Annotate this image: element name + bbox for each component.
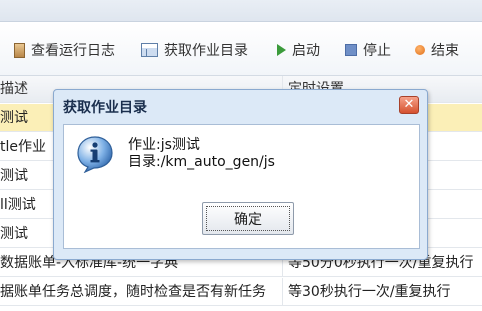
directory-icon <box>141 43 158 57</box>
log-icon <box>14 42 25 58</box>
job-directory-line: 目录:/km_auto_gen/js <box>128 154 275 170</box>
start-label: 启动 <box>292 43 320 59</box>
toolbar: 查看运行日志 获取作业目录 启动 停止 结束 <box>0 22 482 76</box>
info-icon <box>77 136 113 173</box>
view-log-label: 查看运行日志 <box>31 43 115 59</box>
job-name-line: 作业:js测试 <box>128 137 200 153</box>
row-description: 据账单任务总调度，随时检查是否有新任务 <box>0 284 266 300</box>
dialog-title: 获取作业目录 <box>63 100 147 116</box>
play-icon <box>277 44 286 56</box>
get-job-directory-label: 获取作业目录 <box>164 43 248 59</box>
dialog-message: 作业:js测试 目录:/km_auto_gen/js <box>128 137 275 171</box>
dialog-body: 作业:js测试 目录:/km_auto_gen/js 确定 <box>63 124 420 249</box>
stop-icon <box>345 44 357 56</box>
stop-label: 停止 <box>363 43 391 59</box>
start-button[interactable]: 启动 <box>277 40 320 60</box>
end-icon <box>415 45 425 55</box>
end-button[interactable]: 结束 <box>415 40 459 60</box>
close-icon[interactable]: ✕ <box>399 96 419 114</box>
job-directory-dialog: 获取作业目录 ✕ 作业:js测试 目录:/km_auto_gen/js 确定 <box>53 89 428 260</box>
end-label: 结束 <box>431 43 459 59</box>
stop-button[interactable]: 停止 <box>345 40 391 60</box>
window-top-strip <box>0 0 482 22</box>
ok-button[interactable]: 确定 <box>202 202 294 235</box>
row-schedule: 等30秒执行一次/重复执行 <box>282 278 482 305</box>
view-log-button[interactable]: 查看运行日志 <box>14 40 115 60</box>
table-row[interactable]: 据账单任务总调度，随时检查是否有新任务 等30秒执行一次/重复执行 <box>0 278 482 306</box>
get-job-directory-button[interactable]: 获取作业目录 <box>141 40 248 60</box>
